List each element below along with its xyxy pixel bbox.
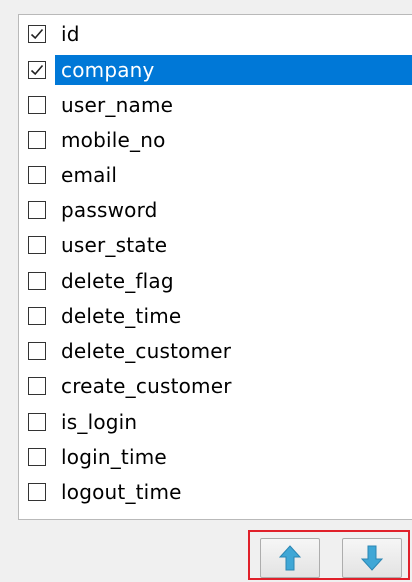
list-item-label: delete_flag xyxy=(61,269,174,293)
checkbox-delete-time[interactable] xyxy=(28,307,46,325)
checkbox-id[interactable] xyxy=(28,25,46,43)
list-item-delete-time[interactable]: delete_time xyxy=(19,301,412,331)
list-item-label: id xyxy=(61,22,80,46)
list-item-delete-customer[interactable]: delete_customer xyxy=(19,336,412,366)
list-item-label: password xyxy=(61,198,158,222)
list-item-label: user_state xyxy=(61,233,168,257)
checkbox-is-login[interactable] xyxy=(28,413,46,431)
list-item-label: mobile_no xyxy=(61,128,166,152)
arrow-up-icon xyxy=(279,545,301,571)
list-item-mobile-no[interactable]: mobile_no xyxy=(19,125,412,155)
arrow-down-icon xyxy=(361,545,383,571)
list-item-label: delete_time xyxy=(61,304,182,328)
list-item-company[interactable]: company xyxy=(19,55,412,85)
checkbox-user-name[interactable] xyxy=(28,96,46,114)
checkbox-delete-customer[interactable] xyxy=(28,342,46,360)
list-item-label: login_time xyxy=(61,445,167,469)
checkbox-delete-flag[interactable] xyxy=(28,272,46,290)
list-item-id[interactable]: id xyxy=(19,19,412,49)
checkmark-icon xyxy=(30,28,44,40)
list-item-label: delete_customer xyxy=(61,339,232,363)
checkbox-company[interactable] xyxy=(28,61,46,79)
list-item-user-state[interactable]: user_state xyxy=(19,230,412,260)
list-item-label: is_login xyxy=(61,410,138,434)
checkmark-icon xyxy=(30,64,44,76)
field-checkbox-list[interactable]: id company user_name mobile_no email pas… xyxy=(18,14,412,520)
checkbox-user-state[interactable] xyxy=(28,236,46,254)
checkbox-logout-time[interactable] xyxy=(28,483,46,501)
list-item-email[interactable]: email xyxy=(19,160,412,190)
list-item-login-time[interactable]: login_time xyxy=(19,442,412,472)
move-buttons-highlight xyxy=(248,530,410,580)
checkbox-create-customer[interactable] xyxy=(28,377,46,395)
checkbox-email[interactable] xyxy=(28,166,46,184)
list-item-user-name[interactable]: user_name xyxy=(19,90,412,120)
checkbox-password[interactable] xyxy=(28,201,46,219)
list-item-delete-flag[interactable]: delete_flag xyxy=(19,266,412,296)
list-item-label: logout_time xyxy=(61,480,182,504)
list-item-password[interactable]: password xyxy=(19,195,412,225)
list-item-label: company xyxy=(55,55,412,85)
checkbox-mobile-no[interactable] xyxy=(28,131,46,149)
list-item-label: create_customer xyxy=(61,374,232,398)
move-down-button[interactable] xyxy=(342,538,402,578)
move-up-button[interactable] xyxy=(260,538,320,578)
checkbox-login-time[interactable] xyxy=(28,448,46,466)
list-item-is-login[interactable]: is_login xyxy=(19,407,412,437)
list-item-label: user_name xyxy=(61,93,174,117)
list-item-create-customer[interactable]: create_customer xyxy=(19,371,412,401)
list-item-label: email xyxy=(61,163,118,187)
list-item-logout-time[interactable]: logout_time xyxy=(19,477,412,507)
